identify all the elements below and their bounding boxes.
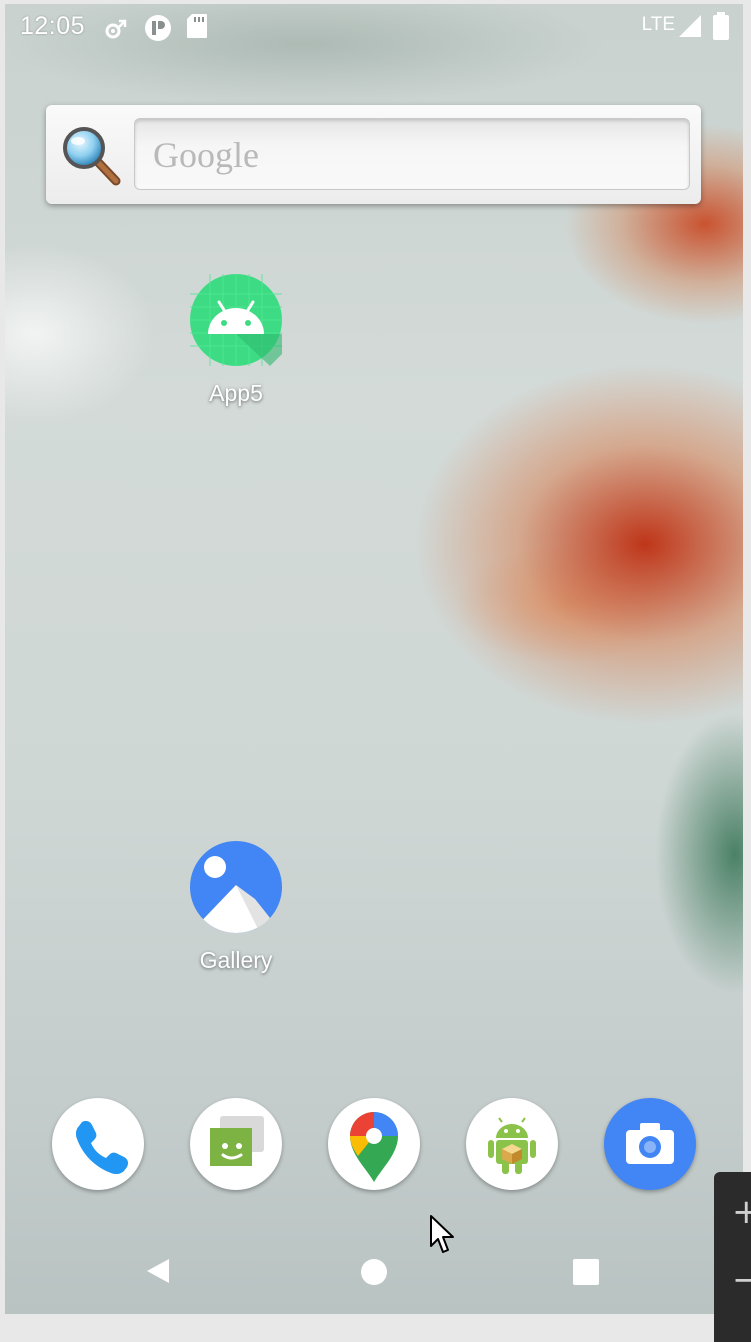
android-store-icon — [488, 1117, 536, 1174]
settings-sync-icon — [105, 19, 127, 39]
app-app5[interactable]: App5 — [166, 274, 306, 407]
search-placeholder: Google — [153, 135, 259, 175]
network-type-label: LTE — [641, 14, 675, 35]
zoom-out-button[interactable]: − — [732, 1260, 751, 1300]
android-app-icon[interactable] — [190, 274, 282, 366]
search-input[interactable]: Google — [134, 118, 690, 190]
zoom-in-button[interactable]: + — [732, 1192, 751, 1232]
battery-icon — [713, 12, 729, 40]
back-icon[interactable] — [143, 1256, 173, 1286]
dock-store-button[interactable] — [466, 1098, 558, 1190]
maps-icon — [350, 1112, 398, 1182]
gallery-icon[interactable] — [190, 841, 282, 933]
signal-icon — [679, 15, 701, 37]
dock-camera-button[interactable] — [604, 1098, 696, 1190]
dock-maps-button[interactable] — [328, 1098, 420, 1190]
sd-card-icon — [187, 14, 207, 38]
status-time: 12:05 — [20, 12, 86, 40]
dock-messages-button[interactable] — [190, 1098, 282, 1190]
app-gallery[interactable]: Gallery — [166, 841, 306, 974]
privacy-indicator-icon — [145, 15, 171, 41]
status-bar: 12:05 LTE — [5, 4, 743, 48]
app-label: App5 — [209, 380, 263, 406]
app-label: Gallery — [199, 947, 273, 973]
home-icon[interactable] — [360, 1258, 388, 1286]
recents-icon[interactable] — [572, 1258, 600, 1286]
navigation-bar — [5, 1240, 743, 1300]
phone-icon — [75, 1121, 128, 1175]
emulator-zoom-panel: + − — [714, 1172, 751, 1342]
magnifier-icon[interactable] — [60, 124, 124, 188]
camera-icon — [626, 1123, 674, 1164]
home-screen: 12:05 LTE Google App5 Gallery — [5, 4, 743, 1314]
messages-icon — [210, 1116, 264, 1166]
google-search-widget[interactable]: Google — [46, 105, 701, 204]
dock-phone-button[interactable] — [52, 1098, 144, 1190]
mouse-pointer-icon — [430, 1215, 454, 1253]
